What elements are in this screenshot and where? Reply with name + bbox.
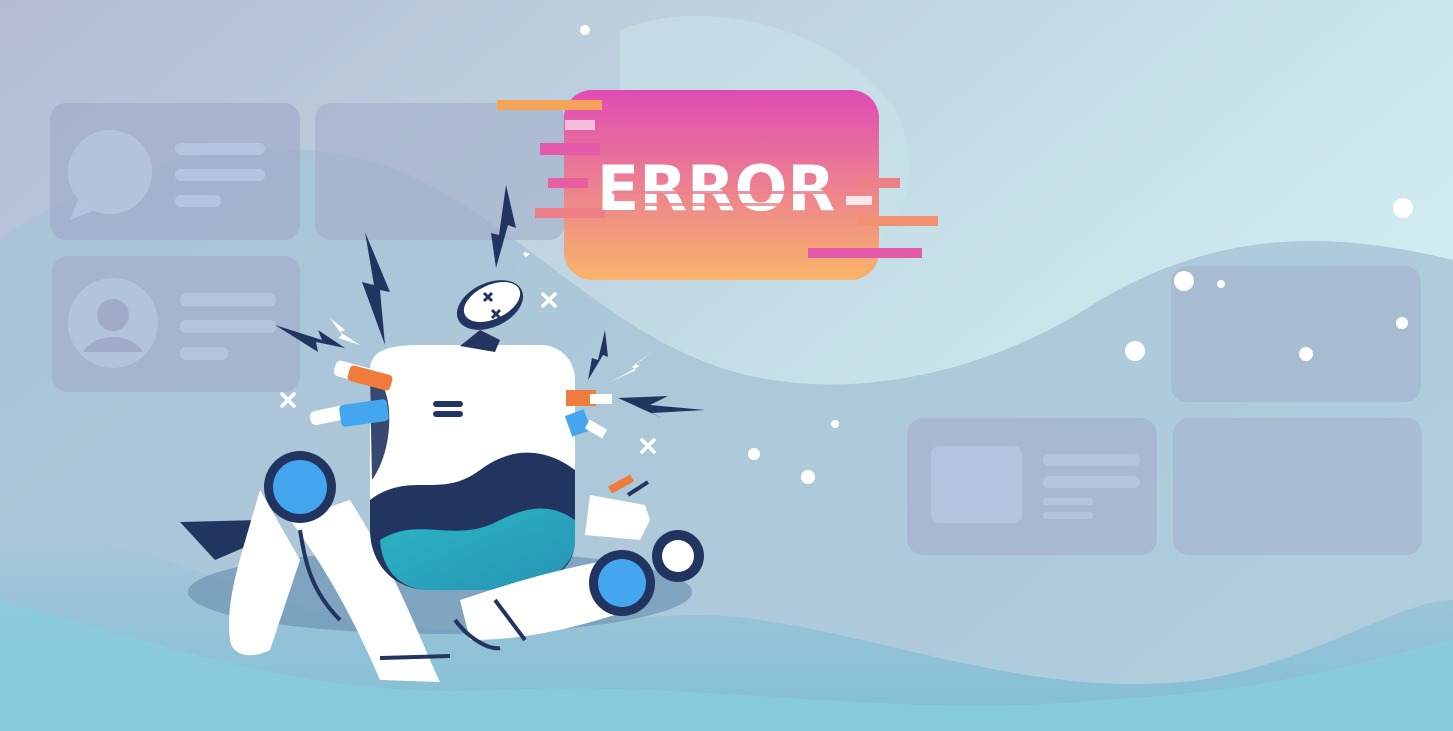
blank-card [315,103,565,240]
error-label: ERROR [597,152,835,225]
right-card-top [1171,266,1421,402]
illustration-canvas: ERROR [0,0,1453,731]
right-card-blank [1173,418,1422,555]
user-card [52,256,300,392]
right-card-image [907,418,1157,555]
error-illustration: ERROR [0,0,1453,731]
profile-card [50,103,300,240]
